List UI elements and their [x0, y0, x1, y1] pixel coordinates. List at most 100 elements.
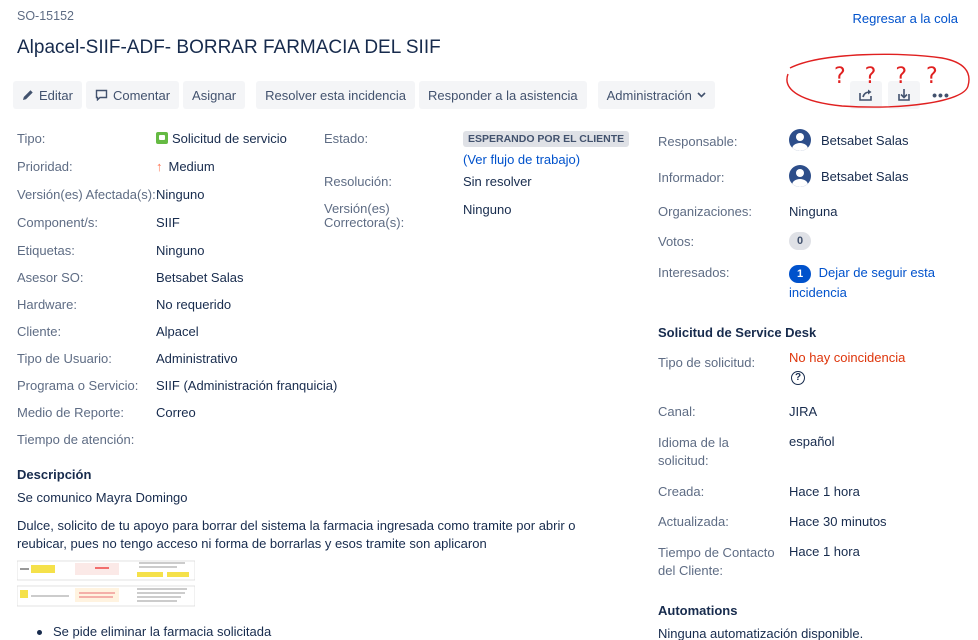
watchers-count[interactable]: 1 [789, 265, 811, 283]
attached-table-image[interactable] [17, 558, 195, 608]
more-actions-button[interactable]: ••• [926, 81, 956, 109]
votes-badge[interactable]: 0 [789, 232, 811, 250]
assignee[interactable]: Betsabet Salas [789, 129, 908, 151]
share-button[interactable] [850, 81, 882, 109]
field-label: Tiempo de atención: [17, 432, 135, 447]
field-value: SIIF (Administración franquicia) [156, 378, 338, 393]
watchers-label: Interesados: [658, 265, 730, 280]
field-hardware: Hardware: No requerido [17, 297, 231, 312]
field-value: No requerido [156, 297, 232, 312]
comment-button[interactable]: Comentar [85, 81, 180, 109]
priority-value: Medium [168, 159, 215, 174]
field-component: Component/s: SIIF [17, 215, 180, 230]
reply-customer-button[interactable]: Responder a la asistencia [419, 81, 587, 109]
share-icon [859, 89, 872, 101]
issue-toolbar: Editar Comentar Asignar Resolver esta in… [13, 81, 715, 109]
request-type-label: Tipo de solicitud: [658, 355, 756, 370]
organizations-label: Organizaciones: [658, 204, 752, 219]
request-type-no-match: No hay coincidencia [789, 350, 906, 365]
description-line: Dulce, solicito de tu apoyo para borrar … [17, 518, 576, 533]
resolution-value: Sin resolver [463, 174, 532, 189]
resolve-button[interactable]: Resolver esta incidencia [256, 81, 416, 109]
updated-value: Hace 30 minutos [789, 514, 887, 529]
field-cliente: Cliente: Alpacel [17, 324, 199, 339]
field-tipo-usuario: Tipo de Usuario: Administrativo [17, 351, 238, 366]
field-value: Betsabet Salas [156, 270, 244, 285]
assignee-name: Betsabet Salas [821, 132, 909, 148]
field-value: Correo [156, 405, 196, 420]
reporter-name: Betsabet Salas [821, 168, 909, 184]
description-heading: Descripción [17, 467, 92, 482]
field-label: Prioridad: [17, 159, 73, 174]
issue-key[interactable]: SO-15152 [17, 9, 74, 23]
status-label: Estado: [324, 131, 369, 146]
field-label: Medio de Reporte: [17, 405, 124, 420]
assign-button[interactable]: Asignar [183, 81, 246, 109]
status-value: ESPERANDO POR EL CLIENTE [463, 131, 630, 147]
contact-time-label: Tiempo de Contacto del Cliente: [658, 544, 775, 580]
field-value: Ninguno [156, 243, 205, 258]
export-button[interactable] [888, 81, 920, 109]
request-type-value: Solicitud de servicio [172, 131, 287, 146]
field-label: Cliente: [17, 324, 62, 339]
field-version: Versión(es) Afectada(s): Ninguno [17, 187, 204, 202]
edit-button-label: Editar [39, 87, 73, 103]
channel-value: JIRA [789, 404, 818, 419]
automations-text: Ninguna automatización disponible. [658, 626, 864, 640]
created-value: Hace 1 hora [789, 484, 860, 499]
component-link[interactable]: SIIF [156, 215, 180, 230]
field-value: ↑ Medium [156, 159, 215, 174]
admin-dropdown-label: Administración [606, 87, 692, 103]
reporter[interactable]: Betsabet Salas [789, 165, 908, 187]
chevron-down-icon [697, 92, 706, 98]
comment-icon [95, 89, 108, 101]
description-list: Se pide eliminar la farmacia solicitada [17, 624, 271, 639]
field-tiempo: Tiempo de atención: [17, 432, 134, 447]
field-label: Hardware: [17, 297, 77, 312]
pencil-icon [23, 90, 33, 100]
updated-label: Actualizada: [658, 514, 729, 529]
channel-label: Canal: [658, 404, 696, 419]
edit-button[interactable]: Editar [13, 81, 82, 109]
service-desk-heading: Solicitud de Service Desk [658, 325, 817, 340]
admin-dropdown[interactable]: Administración [597, 81, 715, 109]
field-label: Tipo: [17, 131, 46, 146]
back-to-queue-link[interactable]: Regresar a la cola [853, 11, 959, 26]
field-label: Etiquetas: [17, 243, 75, 258]
automations-heading: Automations [658, 603, 738, 618]
organizations-value: Ninguna [789, 204, 838, 219]
view-workflow-link[interactable]: (Ver flujo de trabajo) [463, 152, 580, 167]
fix-version-label-line: Versión(es) [324, 201, 390, 216]
avatar [789, 165, 811, 187]
help-icon[interactable]: ? [791, 368, 805, 385]
fix-version-value: Ninguno [463, 202, 512, 217]
field-label: Programa o Servicio: [17, 378, 139, 393]
export-icon [898, 89, 910, 101]
field-value: Administrativo [156, 351, 238, 366]
list-item: Se pide eliminar la farmacia solicitada [17, 624, 271, 639]
field-label: Versión(es) Afectada(s): [17, 187, 156, 202]
field-value: Ninguno [156, 187, 205, 202]
issue-actions: ••• [850, 81, 956, 109]
fix-version-label: Versión(es) Correctora(s): [324, 202, 404, 230]
description-line: reubicar, pues no tengo acceso ni forma … [17, 536, 487, 551]
service-request-icon [156, 132, 168, 144]
unwatch-link[interactable]: Dejar de seguir esta [819, 265, 935, 280]
unwatch-link-cont[interactable]: incidencia [789, 285, 847, 300]
arrow-up-priority-icon: ↑ [156, 159, 163, 174]
field-asesor: Asesor SO: Betsabet Salas [17, 270, 243, 285]
language-label-line: Idioma de la [658, 435, 729, 450]
field-prioridad: Prioridad: ↑ Medium [17, 159, 215, 174]
field-etiquetas: Etiquetas: Ninguno [17, 243, 204, 258]
contact-time-label-line: del Cliente: [658, 563, 724, 578]
issue-title[interactable]: Alpacel-SIIF-ADF- BORRAR FARMACIA DEL SI… [17, 37, 441, 59]
language-value: español [789, 434, 835, 449]
description-paragraph: Dulce, solicito de tu apoyo para borrar … [17, 517, 576, 553]
fix-version-label-line: Correctora(s): [324, 215, 405, 230]
field-value: Alpacel [156, 324, 199, 339]
status-lozenge[interactable]: ESPERANDO POR EL CLIENTE [463, 130, 630, 147]
assignee-label: Responsable: [658, 134, 738, 149]
field-label: Tipo de Usuario: [17, 351, 112, 366]
created-label: Creada: [658, 484, 705, 499]
resolution-label: Resolución: [324, 174, 392, 189]
